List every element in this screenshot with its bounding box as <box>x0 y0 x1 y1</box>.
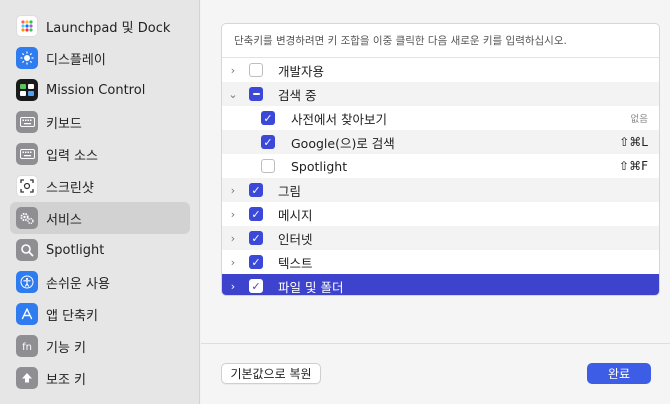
sidebar-item-label: 입력 소스 <box>46 148 98 164</box>
row-label: 그림 <box>278 183 302 199</box>
row-label: 인터넷 <box>278 231 313 247</box>
row-label: Spotlight <box>291 158 348 174</box>
sidebar-item-label: Launchpad 및 Dock <box>46 20 171 36</box>
accessibility-icon <box>16 271 38 293</box>
checkbox[interactable]: ✓ <box>249 255 263 269</box>
service-group-row-text[interactable]: › ✓ 텍스트 <box>222 250 659 274</box>
service-group-row-files-folders[interactable]: › ✓ 파일 및 폴더 <box>222 274 659 295</box>
sidebar-item-label: 스크린샷 <box>46 180 94 196</box>
service-group-row-internet[interactable]: › ✓ 인터넷 <box>222 226 659 250</box>
row-label: Google(으)로 검색 <box>291 135 395 151</box>
keyboard-icon <box>16 111 38 133</box>
checkbox[interactable]: ✓ <box>249 183 263 197</box>
display-icon <box>16 47 38 69</box>
sidebar-item-label: 보조 키 <box>46 372 87 388</box>
sidebar-item-services[interactable]: 서비스 <box>10 202 190 234</box>
done-button[interactable]: 완료 <box>587 363 651 384</box>
checkbox[interactable] <box>249 87 263 101</box>
divider <box>201 343 670 344</box>
service-group-row-pictures[interactable]: › ✓ 그림 <box>222 178 659 202</box>
service-group-row-messages[interactable]: › ✓ 메시지 <box>222 202 659 226</box>
service-group-row-developer[interactable]: › 개발자용 <box>222 58 659 82</box>
sidebar-item-displays[interactable]: 디스플레이 <box>10 42 190 74</box>
restore-defaults-button[interactable]: 기본값으로 복원 <box>221 363 321 384</box>
sidebar-item-keyboard[interactable]: 키보드 <box>10 106 190 138</box>
checkbox[interactable]: ✓ <box>249 279 263 293</box>
chevron-right-icon[interactable]: › <box>227 232 239 245</box>
sidebar-item-label: 키보드 <box>46 116 82 132</box>
checkbox[interactable]: ✓ <box>261 111 275 125</box>
input-sources-icon <box>16 143 38 165</box>
service-row-dictionary-lookup[interactable]: ✓ 사전에서 찾아보기 없음 <box>222 106 659 130</box>
launchpad-icon <box>16 15 38 37</box>
sidebar-item-input-sources[interactable]: 입력 소스 <box>10 138 190 170</box>
row-label: 텍스트 <box>278 255 313 271</box>
sidebar-item-label: 앱 단축키 <box>46 308 98 324</box>
spotlight-icon <box>16 239 38 261</box>
row-label: 메시지 <box>278 207 313 223</box>
checkbox[interactable]: ✓ <box>249 231 263 245</box>
services-list-panel: 단축키를 변경하려면 키 조합을 이중 클릭한 다음 새로운 키를 입력하십시오… <box>221 23 660 296</box>
sidebar-item-label: Mission Control <box>46 82 146 98</box>
service-group-row-searching[interactable]: ⌄ 검색 중 <box>222 82 659 106</box>
row-label: 검색 중 <box>278 87 317 103</box>
function-key-icon: fn <box>16 335 38 357</box>
sidebar-item-label: 기능 키 <box>46 340 87 356</box>
instruction-text: 단축키를 변경하려면 키 조합을 이중 클릭한 다음 새로운 키를 입력하십시오… <box>234 35 567 47</box>
sidebar-item-app-shortcuts[interactable]: 앱 단축키 <box>10 298 190 330</box>
services-pane: 단축키를 변경하려면 키 조합을 이중 클릭한 다음 새로운 키를 입력하십시오… <box>201 0 670 404</box>
row-label: 개발자용 <box>278 63 325 79</box>
checkbox[interactable] <box>261 159 275 173</box>
chevron-right-icon[interactable]: › <box>227 64 239 77</box>
service-row-spotlight[interactable]: Spotlight ⇧⌘F <box>222 154 659 178</box>
row-label: 파일 및 폴더 <box>278 279 344 295</box>
sidebar-item-label: 서비스 <box>46 212 82 228</box>
sidebar-item-label: 디스플레이 <box>46 52 106 68</box>
sidebar-item-label: Spotlight <box>46 242 105 258</box>
screenshot-icon <box>16 175 38 197</box>
service-row-google-search[interactable]: ✓ Google(으)로 검색 ⇧⌘L <box>222 130 659 154</box>
app-shortcuts-icon <box>16 303 38 325</box>
sidebar-item-spotlight[interactable]: Spotlight <box>10 234 190 266</box>
sidebar-item-modifier-keys[interactable]: 보조 키 <box>10 362 190 394</box>
checkbox[interactable]: ✓ <box>249 207 263 221</box>
row-label: 사전에서 찾아보기 <box>291 111 387 127</box>
modifier-key-icon <box>16 367 38 389</box>
sidebar: Launchpad 및 Dock 디스플레이 Mission Control 키… <box>0 0 200 404</box>
shortcut-label[interactable]: ⇧⌘L <box>619 135 648 149</box>
chevron-right-icon[interactable]: › <box>227 184 239 197</box>
svg-text:fn: fn <box>22 342 32 353</box>
chevron-right-icon[interactable]: › <box>227 280 239 293</box>
mission-control-icon <box>16 79 38 101</box>
chevron-down-icon[interactable]: ⌄ <box>227 88 239 101</box>
chevron-right-icon[interactable]: › <box>227 208 239 221</box>
shortcut-label[interactable]: 없음 <box>631 111 648 125</box>
sidebar-item-function-keys[interactable]: fn 기능 키 <box>10 330 190 362</box>
checkbox[interactable] <box>249 63 263 77</box>
shortcut-label[interactable]: ⇧⌘F <box>619 159 648 173</box>
sidebar-item-label: 손쉬운 사용 <box>46 276 110 292</box>
checkbox[interactable]: ✓ <box>261 135 275 149</box>
chevron-right-icon[interactable]: › <box>227 256 239 269</box>
sidebar-item-accessibility[interactable]: 손쉬운 사용 <box>10 266 190 298</box>
sidebar-item-mission-control[interactable]: Mission Control <box>10 74 190 106</box>
sidebar-item-screenshots[interactable]: 스크린샷 <box>10 170 190 202</box>
gear-icon <box>16 207 38 229</box>
sidebar-item-launchpad-dock[interactable]: Launchpad 및 Dock <box>10 10 190 42</box>
